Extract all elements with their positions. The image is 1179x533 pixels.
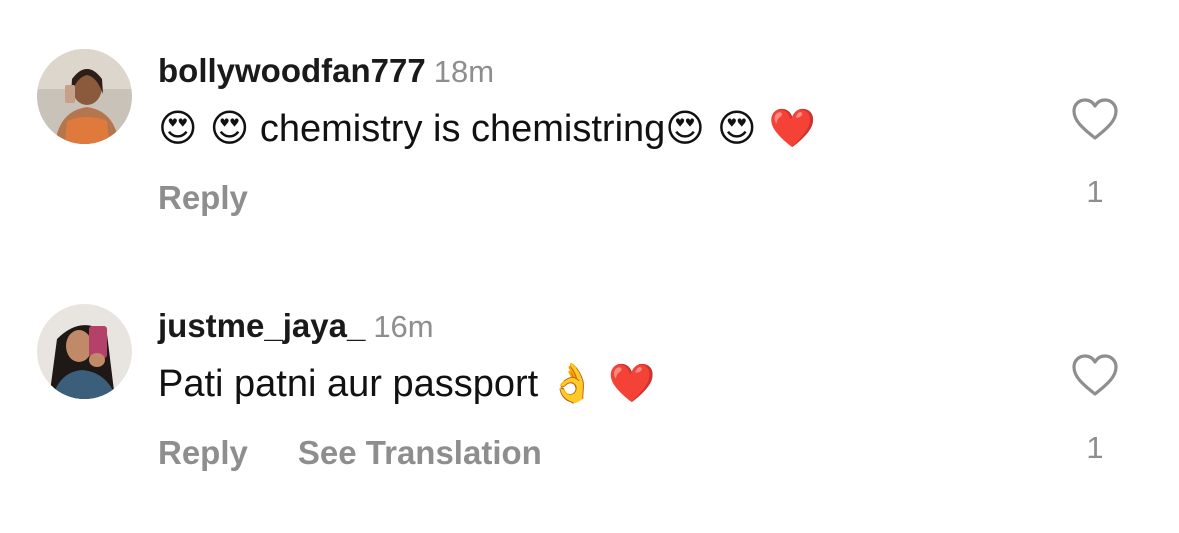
timestamp: 18m: [433, 54, 495, 89]
comment-body: chemistry is chemistring: [259, 108, 666, 150]
username[interactable]: justme_jaya_: [158, 307, 365, 344]
comment-header: bollywoodfan777 18m: [158, 51, 494, 92]
username[interactable]: bollywoodfan777: [158, 52, 426, 89]
reply-button[interactable]: Reply: [158, 433, 248, 473]
comment-actions: Reply: [158, 178, 248, 218]
comment-text: Pati patni aur passport 👌 ❤️: [158, 358, 656, 409]
heart-eyes-emoji: 😍 😍 ❤️: [665, 106, 816, 150]
reply-button[interactable]: Reply: [158, 178, 248, 218]
comment-item: bollywoodfan777 18m 😍 😍 chemistry is chem…: [0, 0, 1179, 230]
avatar[interactable]: [37, 304, 132, 399]
comment-body: Pati patni aur passport: [158, 363, 539, 405]
comment-text: 😍 😍 chemistry is chemistring😍 😍 ❤️: [158, 103, 816, 154]
comment-item: justme_jaya_ 16m Pati patni aur passport …: [0, 256, 1179, 486]
timestamp: 16m: [373, 309, 434, 344]
see-translation-button[interactable]: See Translation: [298, 433, 542, 473]
avatar-photo-icon: [37, 49, 132, 144]
comment-actions: Reply See Translation: [158, 433, 542, 473]
heart-eyes-emoji: 😍 😍: [158, 106, 250, 150]
avatar[interactable]: [37, 49, 132, 144]
like-button[interactable]: [1071, 353, 1119, 397]
like-count: 1: [1086, 430, 1104, 465]
like-count: 1: [1086, 174, 1104, 209]
avatar-photo-icon: [37, 304, 132, 399]
heart-icon: [1072, 98, 1118, 140]
like-button[interactable]: [1071, 97, 1119, 141]
comment-header: justme_jaya_ 16m: [158, 306, 434, 347]
ok-hand-emoji: 👌 ❤️: [548, 361, 656, 405]
heart-icon: [1072, 354, 1118, 396]
